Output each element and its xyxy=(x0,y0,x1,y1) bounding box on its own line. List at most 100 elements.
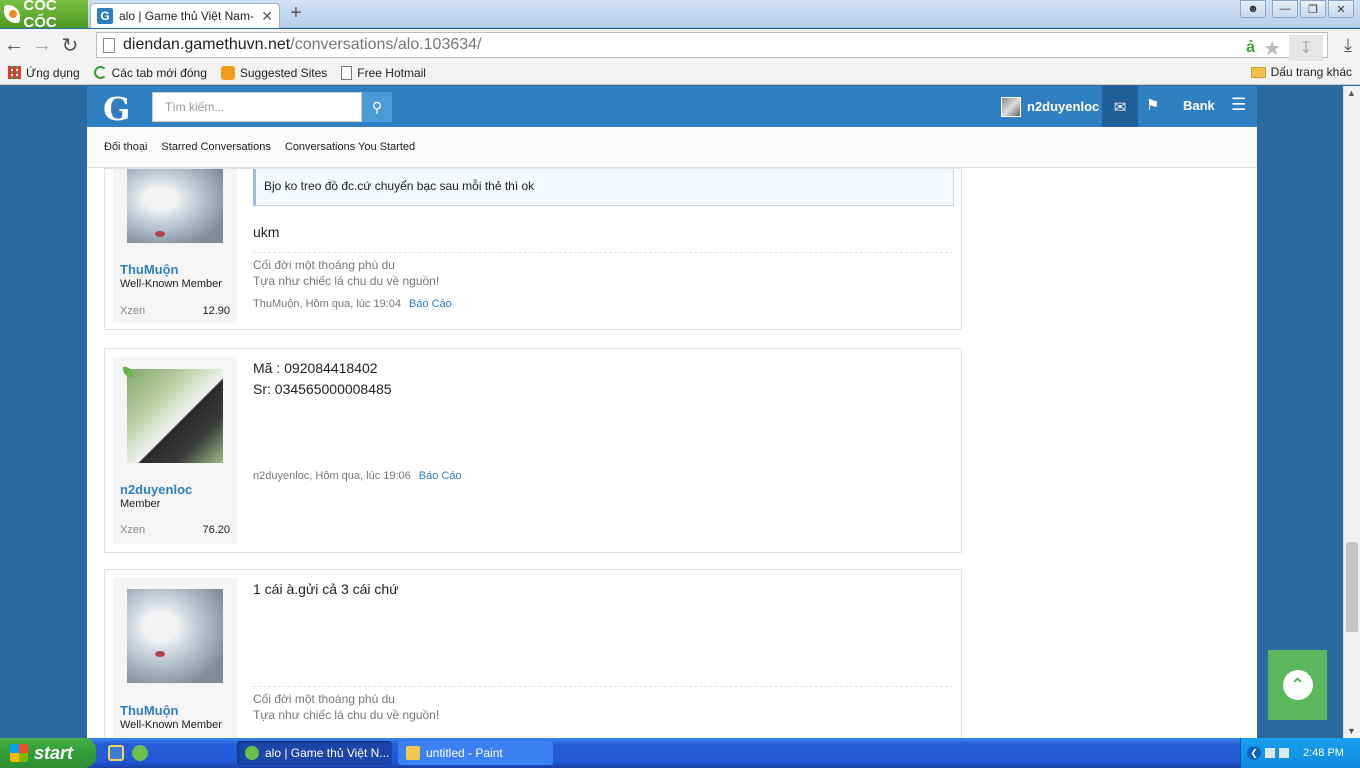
address-bar: ← → ↻ diendan.gamethuvn.net/conversation… xyxy=(0,29,1360,61)
new-tab-button[interactable]: + xyxy=(286,3,306,24)
coccoc-icon[interactable] xyxy=(132,745,148,761)
tab-title: alo | Game thủ Việt Nam- MU xyxy=(119,9,255,23)
downloads-icon[interactable]: ⤓ xyxy=(1344,35,1352,56)
taskbar-item-browser[interactable]: alo | Game thủ Việt N... xyxy=(237,741,392,765)
coccoc-icon xyxy=(245,746,259,760)
signature-line: Cối đời một thoáng phù du xyxy=(253,258,395,272)
quote-block: Bjo ko treo đồ đc.cứ chuyển bạc sau mỗi … xyxy=(253,169,954,206)
browser-tab[interactable]: G alo | Game thủ Việt Nam- MU ✕ xyxy=(90,3,280,28)
page-icon xyxy=(103,37,115,53)
scroll-up-icon[interactable]: ▲ xyxy=(1347,88,1356,98)
envelope-icon[interactable]: ✉ xyxy=(1102,86,1138,127)
bookmark-apps[interactable]: Ứng dụng xyxy=(8,66,80,80)
user-title: Well-Known Member xyxy=(120,278,222,290)
bookmark-recent-tabs[interactable]: Các tab mới đóng xyxy=(93,66,207,80)
signature: Cối đời một thoáng phù du Tựa như chiếc … xyxy=(253,252,953,289)
message-line: Mã : 092084418402 xyxy=(253,360,378,376)
subnav-started[interactable]: Conversations You Started xyxy=(285,141,415,153)
apps-icon xyxy=(8,66,21,79)
site-logo[interactable]: G xyxy=(103,90,130,128)
username[interactable]: n2duyenloc xyxy=(120,482,192,497)
taskbar-item-paint[interactable]: untitled - Paint xyxy=(398,741,553,765)
scroll-down-icon[interactable]: ▼ xyxy=(1347,726,1356,736)
chevron-up-icon: ⌃ xyxy=(1282,670,1313,700)
search-input[interactable]: Tìm kiếm... xyxy=(152,92,362,122)
minimize-button[interactable]: — xyxy=(1272,0,1298,18)
internet-explorer-icon[interactable] xyxy=(108,745,124,761)
report-link[interactable]: Báo Cáo xyxy=(409,298,452,310)
bank-link[interactable]: Bank xyxy=(1183,98,1215,113)
paint-icon xyxy=(406,746,420,760)
back-to-top-button[interactable]: ⌃ xyxy=(1268,650,1327,720)
message: ThuMuộn Well-Known Member Xzen 12.90 Bjo… xyxy=(104,168,962,330)
site-favicon-icon: G xyxy=(97,8,113,24)
hamburger-menu-icon[interactable]: ☰ xyxy=(1231,95,1246,115)
folder-icon xyxy=(1250,66,1266,78)
clock[interactable]: 2:48 PM xyxy=(1303,747,1344,759)
system-tray: ❮ 2:48 PM xyxy=(1240,738,1360,768)
bookmark-label: Ứng dụng xyxy=(26,65,80,80)
user-title: Member xyxy=(120,498,161,510)
browser-logo[interactable]: CỐC CỐC xyxy=(0,0,88,31)
message: ThuMuộn Well-Known Member 1 cái à.gửi cả… xyxy=(104,569,962,738)
bookmark-label: Free Hotmail xyxy=(357,65,426,80)
bookmarks-bar: Ứng dụng Các tab mới đóng Suggested Site… xyxy=(0,61,1360,85)
url-input[interactable]: diendan.gamethuvn.net/conversations/alo.… xyxy=(96,32,1328,61)
scroll-thumb[interactable] xyxy=(1346,542,1358,632)
windows-logo-icon xyxy=(10,744,28,762)
signature-line: Tựa như chiếc lá chu du về nguồn! xyxy=(253,274,440,288)
bookmark-label: Dấu trang khác xyxy=(1270,65,1352,79)
volume-icon[interactable] xyxy=(1279,748,1289,758)
window-controls: ☻ — ❐ ✕ xyxy=(1240,0,1354,18)
coccoc-logo-icon xyxy=(4,5,21,23)
translate-icon[interactable]: ả xyxy=(1246,39,1255,57)
recent-tabs-icon xyxy=(93,66,107,79)
conversation-subnav: Đối thoại Starred Conversations Conversa… xyxy=(87,127,1257,168)
stat-label: Xzen xyxy=(120,305,146,317)
message-text: Mã : 092084418402 Sr: 034565000008485 xyxy=(253,358,953,400)
page-scrollbar[interactable]: ▲ ▼ xyxy=(1343,86,1360,738)
message-text: 1 cái à.gửi cả 3 cái chứ xyxy=(253,579,953,600)
user-stat: Xzen 12.90 xyxy=(120,305,230,317)
bookmark-free-hotmail[interactable]: Free Hotmail xyxy=(341,65,426,80)
forward-icon[interactable]: → xyxy=(28,34,56,57)
suggested-sites-icon xyxy=(220,65,235,80)
bookmark-star-icon[interactable]: ★ xyxy=(1263,36,1281,61)
other-bookmarks[interactable]: Dấu trang khác xyxy=(1250,65,1352,79)
close-window-button[interactable]: ✕ xyxy=(1328,0,1354,18)
flag-icon[interactable]: ⚑ xyxy=(1146,96,1159,114)
username[interactable]: ThuMuộn xyxy=(120,262,178,277)
signature-line: Cối đời một thoáng phù du xyxy=(253,692,395,706)
avatar[interactable] xyxy=(127,169,223,243)
start-button[interactable]: start xyxy=(0,738,96,768)
message-text: ukm xyxy=(253,222,953,243)
media-download-icon[interactable]: ↧ xyxy=(1289,35,1323,61)
windows-taskbar: start alo | Game thủ Việt N... untitled … xyxy=(0,738,1360,768)
network-icon[interactable] xyxy=(1265,748,1275,758)
username[interactable]: ThuMuộn xyxy=(120,703,178,718)
subnav-starred[interactable]: Starred Conversations xyxy=(161,141,270,153)
message-timestamp[interactable]: ThuMuộn, Hôm qua, lúc 19:04 xyxy=(253,298,401,310)
back-icon[interactable]: ← xyxy=(0,34,28,57)
avatar[interactable] xyxy=(127,369,223,463)
browser-brand: CỐC CỐC xyxy=(23,0,57,31)
message-user-info: ThuMuộn Well-Known Member xyxy=(113,578,237,738)
page-viewport: G Tìm kiếm... ⚲ n2duyenloc ✉ ⚑ Bank ☰ Đố… xyxy=(0,86,1343,738)
report-link[interactable]: Báo Cáo xyxy=(419,470,462,482)
avatar[interactable] xyxy=(127,589,223,683)
user-menu[interactable]: n2duyenloc xyxy=(1001,86,1099,127)
search-icon[interactable]: ⚲ xyxy=(362,92,392,122)
restore-button[interactable]: ❐ xyxy=(1300,0,1326,18)
forum-site: G Tìm kiếm... ⚲ n2duyenloc ✉ ⚑ Bank ☰ Đố… xyxy=(87,86,1257,738)
start-label: start xyxy=(34,742,74,763)
reload-icon[interactable]: ↻ xyxy=(56,33,84,58)
chevron-left-icon[interactable]: ❮ xyxy=(1247,746,1261,760)
bookmark-suggested-sites[interactable]: Suggested Sites xyxy=(220,65,327,80)
tab-close-icon[interactable]: ✕ xyxy=(261,8,273,25)
stat-value: 12.90 xyxy=(202,305,230,317)
task-label: alo | Game thủ Việt N... xyxy=(265,746,390,760)
subnav-conversations[interactable]: Đối thoại xyxy=(104,141,147,153)
signature-line: Tựa như chiếc lá chu du về nguồn! xyxy=(253,708,440,722)
message-timestamp[interactable]: n2duyenloc, Hôm qua, lúc 19:06 xyxy=(253,470,411,482)
user-profile-icon[interactable]: ☻ xyxy=(1240,0,1266,18)
